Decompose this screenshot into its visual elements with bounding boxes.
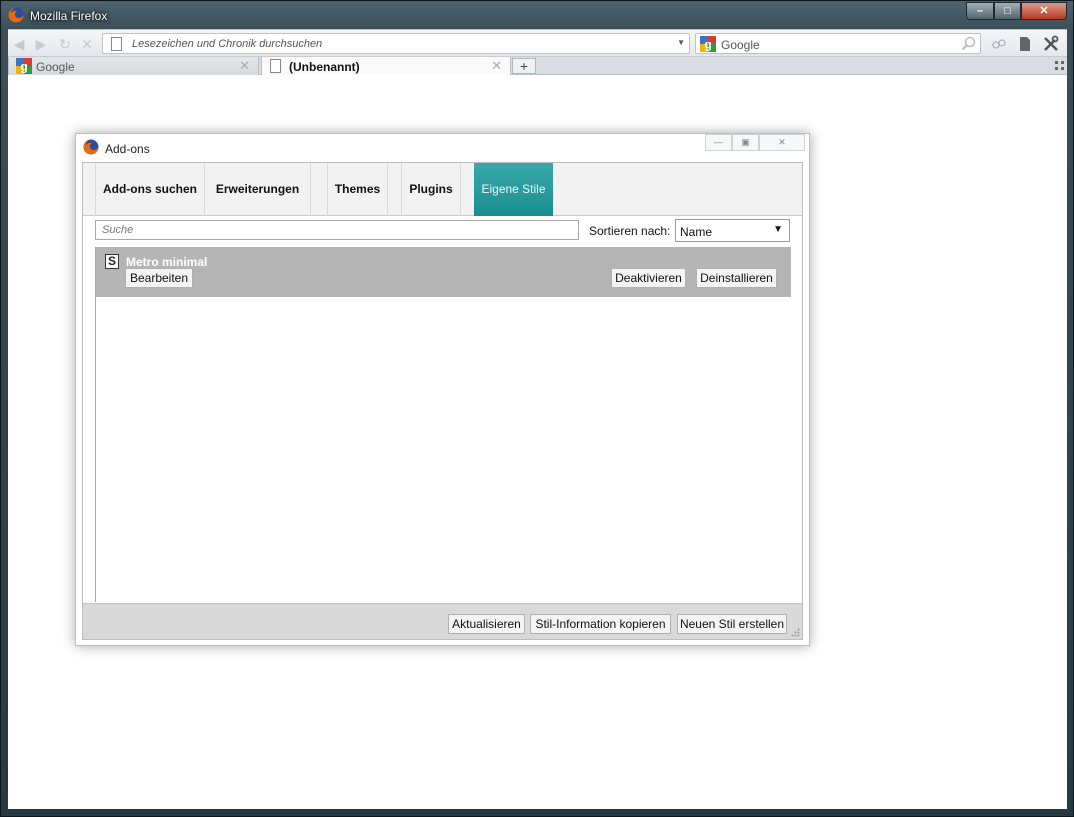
svg-text:g: g [704, 38, 711, 52]
list-item[interactable]: S Metro minimal Bearbeiten Deaktivieren … [96, 247, 791, 297]
category-plugins[interactable]: Plugins [401, 163, 461, 216]
resize-grip-icon[interactable] [791, 628, 800, 637]
history-dropdown-icon[interactable]: ▼ [677, 38, 685, 47]
url-bar[interactable]: Lesezeichen und Chronik durchsuchen ▼ [102, 33, 690, 54]
addon-search-input[interactable] [95, 220, 579, 240]
addons-manager: Add-ons suchen Erweiterungen Themes Plug… [82, 162, 803, 640]
stylish-icon: S [105, 254, 119, 269]
sort-select[interactable]: Name ▼ [675, 219, 790, 242]
styles-list: S Metro minimal Bearbeiten Deaktivieren … [95, 247, 791, 602]
firefox-logo-icon [8, 7, 24, 23]
page-icon [111, 37, 122, 51]
search-bar[interactable]: g Google [695, 33, 981, 54]
category-erweiterungen[interactable]: Erweiterungen [204, 163, 311, 216]
new-tab-button[interactable]: + [512, 58, 536, 74]
dialog-footer: Aktualisieren Stil-Information kopieren … [83, 603, 802, 639]
tab-google[interactable]: g Google ✕ [8, 57, 259, 76]
url-placeholder: Lesezeichen und Chronik durchsuchen [132, 38, 323, 50]
close-tab-icon[interactable]: ✕ [239, 58, 250, 74]
page-menu-icon[interactable] [1016, 35, 1034, 53]
blank-page-icon [270, 59, 281, 73]
category-addons-suchen[interactable]: Add-ons suchen [95, 163, 205, 216]
navigation-toolbar: ◀ ▶ ↻ ✕ Lesezeichen und Chronik durchsuc… [8, 29, 1067, 56]
copy-style-info-button[interactable]: Stil-Information kopieren [530, 614, 671, 634]
window-controls: – □ ✕ [966, 2, 1067, 20]
uninstall-button[interactable]: Deinstallieren [696, 268, 777, 288]
style-name: Metro minimal [126, 255, 208, 269]
chevron-down-icon: ▼ [773, 224, 783, 235]
search-icon[interactable] [961, 36, 976, 51]
minimize-button[interactable]: – [966, 2, 994, 20]
google-logo-icon[interactable]: g [700, 36, 716, 52]
close-tab-icon[interactable]: ✕ [491, 58, 502, 74]
edit-button[interactable]: Bearbeiten [125, 268, 193, 288]
category-bar: Add-ons suchen Erweiterungen Themes Plug… [83, 163, 802, 216]
sync-icon[interactable] [990, 35, 1008, 53]
svg-text:g: g [20, 60, 27, 74]
sort-label: Sortieren nach: [589, 224, 671, 238]
maximize-button[interactable]: □ [994, 2, 1021, 20]
disable-button[interactable]: Deaktivieren [611, 268, 686, 288]
dialog-close-button[interactable]: ✕ [759, 134, 805, 151]
back-arrow-icon[interactable]: ◀ [12, 37, 26, 51]
dialog-title: Add-ons [105, 142, 150, 156]
category-themes[interactable]: Themes [327, 163, 388, 216]
sort-value: Name [680, 225, 713, 239]
category-eigene-stile[interactable]: Eigene Stile [474, 163, 553, 216]
tab-label: Google [36, 60, 75, 74]
reload-icon[interactable]: ↻ [58, 37, 72, 51]
forward-arrow-icon[interactable]: ▶ [34, 37, 48, 51]
dialog-minimize-button[interactable]: — [705, 134, 732, 151]
dialog-window-controls: — ▣ ✕ [705, 134, 805, 152]
title-bar: Mozilla Firefox – □ ✕ [1, 1, 1073, 29]
dialog-title-bar: Add-ons — ▣ ✕ [76, 134, 809, 162]
tab-label: (Unbenannt) [289, 60, 360, 74]
stop-icon[interactable]: ✕ [80, 37, 94, 51]
new-style-button[interactable]: Neuen Stil erstellen [677, 614, 787, 634]
window-title: Mozilla Firefox [30, 9, 108, 23]
dialog-maximize-button[interactable]: ▣ [732, 134, 759, 151]
search-engine-label: Google [721, 38, 760, 52]
tab-unbenannt[interactable]: (Unbenannt) ✕ [261, 57, 511, 77]
firefox-logo-icon [83, 139, 99, 155]
google-favicon-icon: g [16, 58, 32, 74]
tools-menu-icon[interactable] [1042, 35, 1060, 53]
tab-strip: g Google ✕ (Unbenannt) ✕ + [8, 56, 1067, 77]
addons-dialog: Add-ons — ▣ ✕ Add-ons suchen Erweiterung… [75, 133, 810, 646]
tab-list-icon[interactable] [1055, 61, 1064, 70]
close-button[interactable]: ✕ [1021, 2, 1067, 20]
update-button[interactable]: Aktualisieren [448, 614, 525, 634]
